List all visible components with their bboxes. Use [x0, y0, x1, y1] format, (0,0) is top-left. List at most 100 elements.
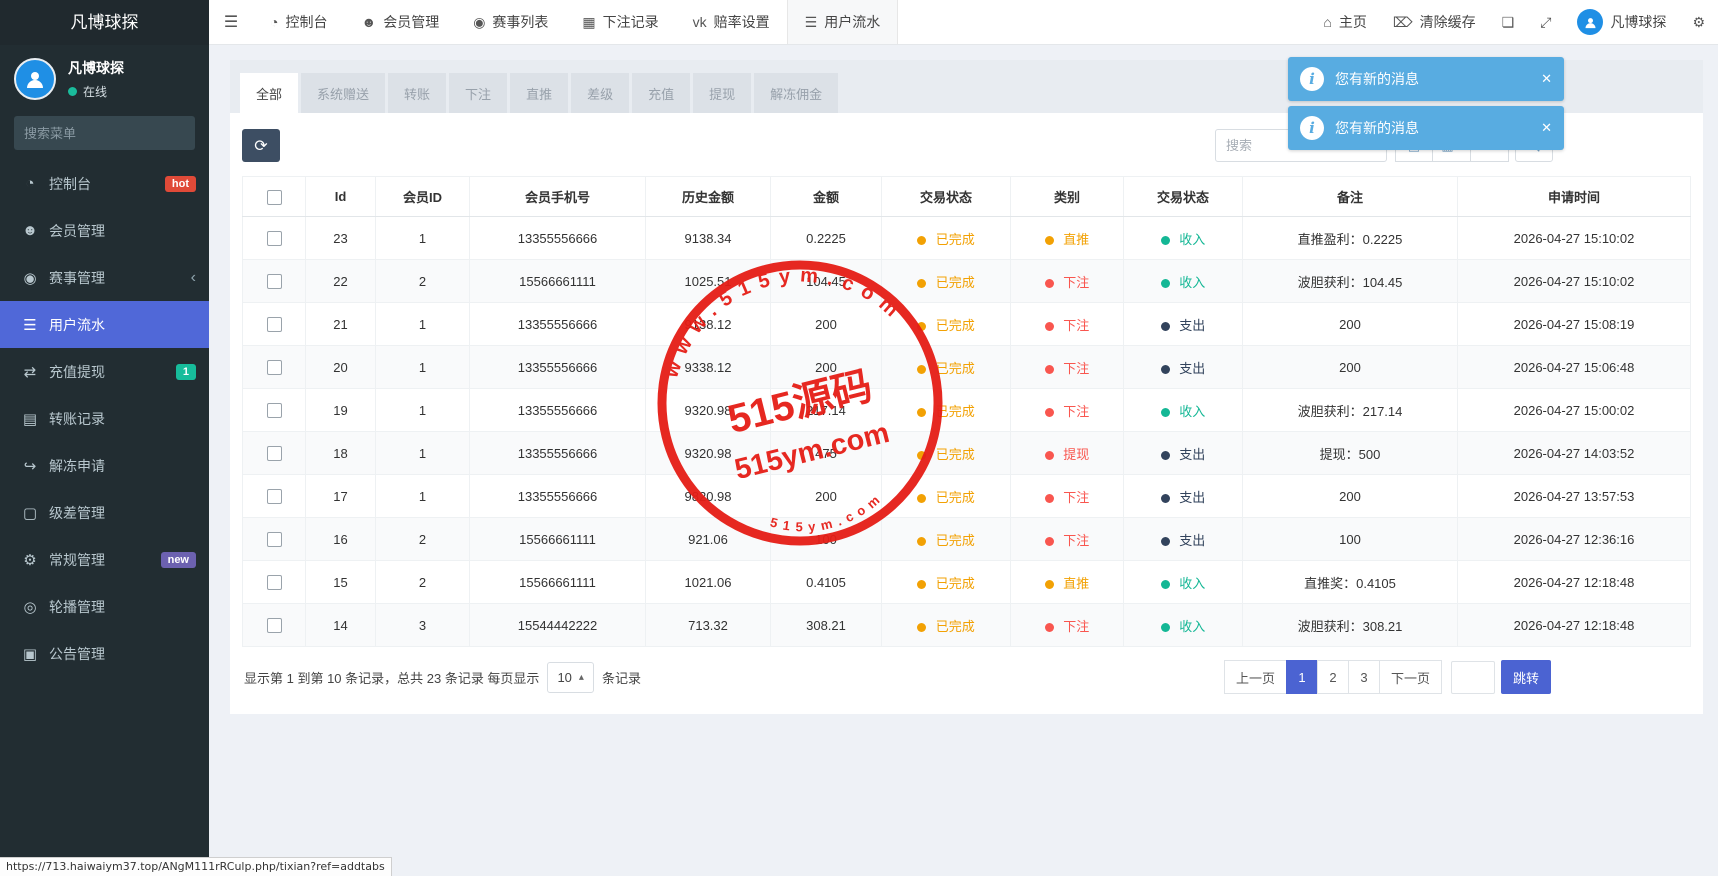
notification-toast: i 您有新的消息 ✕ [1288, 57, 1564, 101]
menu-toggle-icon[interactable]: ☰ [209, 0, 253, 44]
menu-item-icon: ▣ [18, 645, 42, 663]
sidebar-search-input[interactable] [24, 126, 200, 141]
row-checkbox[interactable] [267, 575, 282, 590]
flow-type-dot [1161, 537, 1170, 546]
row-checkbox[interactable] [267, 317, 282, 332]
category-label: 下注 [1063, 361, 1089, 376]
fullscreen-icon: ⤢ [1540, 14, 1551, 31]
row-checkbox[interactable] [267, 489, 282, 504]
language-switch-button[interactable]: ❏ [1489, 0, 1528, 44]
filter-tab-transfer[interactable]: 转账 [388, 73, 446, 113]
filter-tab-level-diff[interactable]: 差级 [571, 73, 629, 113]
menu-item-label: 转账记录 [49, 409, 105, 429]
sidebar-item-notice-manage[interactable]: ▣ 公告管理 [0, 630, 209, 677]
chevron-left-icon: ‹ [191, 269, 196, 287]
navbar-username: 凡博球探 [1610, 12, 1666, 32]
status-dot [917, 408, 926, 417]
next-page-button[interactable]: 下一页 [1379, 660, 1442, 694]
prev-page-button[interactable]: 上一页 [1224, 660, 1287, 694]
jump-button[interactable]: 跳转 [1501, 660, 1551, 694]
row-checkbox[interactable] [267, 360, 282, 375]
filter-tab-unfreeze-commission[interactable]: 解冻佣金 [754, 73, 838, 113]
topnav-tab-bets[interactable]: ▦ 下注记录 [565, 0, 675, 44]
select-all-checkbox[interactable] [267, 190, 282, 205]
avatar [14, 58, 56, 100]
tab-label: 下注记录 [603, 12, 659, 32]
cell-id: 20 [306, 346, 376, 389]
cell-flow-type: 收入 [1124, 260, 1243, 303]
cell-member-id: 2 [376, 518, 470, 561]
status-label: 已完成 [936, 576, 975, 591]
filter-tab-recharge[interactable]: 充值 [632, 73, 690, 113]
sidebar-item-level-manage[interactable]: ▢ 级差管理 [0, 489, 209, 536]
sidebar-item-unfreeze-apply[interactable]: ↪ 解冻申请 [0, 442, 209, 489]
cell-flow-type: 支出 [1124, 346, 1243, 389]
sidebar-menu: ◔ 控制台 hot ☻ 会员管理 ◉ 赛事管理 ‹ ☰ 用户流水 [0, 160, 209, 677]
row-checkbox[interactable] [267, 618, 282, 633]
menu-item-label: 公告管理 [49, 644, 105, 664]
tab-icon: ☻ [361, 14, 376, 30]
category-label: 直推 [1063, 232, 1089, 247]
row-checkbox[interactable] [267, 532, 282, 547]
page-button[interactable]: 2 [1317, 660, 1349, 694]
cell-flow-type: 支出 [1124, 303, 1243, 346]
cell-history-amount: 9820.98 [646, 475, 771, 518]
toast-message: 您有新的消息 [1335, 69, 1419, 89]
category-label: 下注 [1063, 490, 1089, 505]
cell-remark: 波胆获利：104.45 [1243, 260, 1458, 303]
topnav-tab-matches[interactable]: ◉ 赛事列表 [456, 0, 565, 44]
sidebar-item-dashboard[interactable]: ◔ 控制台 hot [0, 160, 209, 207]
jump-page-input[interactable] [1451, 661, 1495, 694]
sidebar-item-transfer-records[interactable]: ▤ 转账记录 [0, 395, 209, 442]
topnav-tab-dashboard[interactable]: ◔ 控制台 [253, 0, 344, 44]
cell-phone: 13355556666 [470, 432, 646, 475]
topnav-tab-odds[interactable]: vk 赔率设置 [676, 0, 787, 44]
cell-apply-time: 2026-04-27 15:00:02 [1458, 389, 1691, 432]
card-body: ⟳ ▤ ▦ ▾ ↗ ▾ [230, 113, 1703, 714]
refresh-button[interactable]: ⟳ [242, 129, 280, 162]
topnav-tab-members[interactable]: ☻ 会员管理 [344, 0, 456, 44]
sidebar-item-user-flow[interactable]: ☰ 用户流水 [0, 301, 209, 348]
category-label: 下注 [1063, 533, 1089, 548]
cell-member-id: 1 [376, 303, 470, 346]
table-row: 19 1 13355556666 9320.98 217.14 已完成 [243, 389, 1691, 432]
home-button[interactable]: ⌂ 主页 [1310, 0, 1379, 44]
filter-tab-system-gift[interactable]: 系统赠送 [301, 73, 385, 113]
sidebar-item-recharge-withdraw[interactable]: ⇄ 充值提现 1 [0, 348, 209, 395]
page-button[interactable]: 3 [1348, 660, 1380, 694]
sidebar-item-general-manage[interactable]: ⚙ 常规管理 new [0, 536, 209, 583]
menu-item-label: 用户流水 [49, 315, 105, 335]
fullscreen-button[interactable]: ⤢ [1527, 0, 1564, 44]
page-size-select[interactable]: 10 ▴ [547, 662, 594, 693]
filter-tab-direct-push[interactable]: 直推 [510, 73, 568, 113]
topnav-tab-user-flow[interactable]: ☰ 用户流水 [787, 0, 899, 44]
filter-tab-bet[interactable]: 下注 [449, 73, 507, 113]
menu-item-label: 控制台 [49, 174, 91, 194]
cell-id: 22 [306, 260, 376, 303]
row-checkbox[interactable] [267, 403, 282, 418]
page-button[interactable]: 1 [1286, 660, 1318, 694]
cell-status: 已完成 [882, 604, 1011, 647]
sidebar-item-members[interactable]: ☻ 会员管理 [0, 207, 209, 254]
settings-button[interactable]: ⚙ [1679, 0, 1718, 44]
flow-type-dot [1161, 279, 1170, 288]
menu-item-label: 级差管理 [49, 503, 105, 523]
filter-tab-all[interactable]: 全部 [240, 73, 298, 113]
sidebar-item-carousel-manage[interactable]: ◎ 轮播管理 [0, 583, 209, 630]
clear-cache-button[interactable]: ⌦ 清除缓存 [1380, 0, 1489, 44]
close-icon[interactable]: ✕ [1541, 120, 1552, 136]
close-icon[interactable]: ✕ [1541, 71, 1552, 87]
row-checkbox[interactable] [267, 446, 282, 461]
user-menu[interactable]: 凡博球探 [1564, 0, 1679, 44]
user-icon [1583, 15, 1598, 30]
row-checkbox[interactable] [267, 231, 282, 246]
cell-phone: 15566661111 [470, 260, 646, 303]
category-label: 下注 [1063, 318, 1089, 333]
menu-item-label: 解冻申请 [49, 456, 105, 476]
sidebar-item-matches[interactable]: ◉ 赛事管理 ‹ [0, 254, 209, 301]
cell-apply-time: 2026-04-27 15:08:19 [1458, 303, 1691, 346]
pager: 上一页 1 2 3 下一页 跳转 [1225, 660, 1551, 694]
row-checkbox[interactable] [267, 274, 282, 289]
cell-status: 已完成 [882, 518, 1011, 561]
filter-tab-withdraw[interactable]: 提现 [693, 73, 751, 113]
